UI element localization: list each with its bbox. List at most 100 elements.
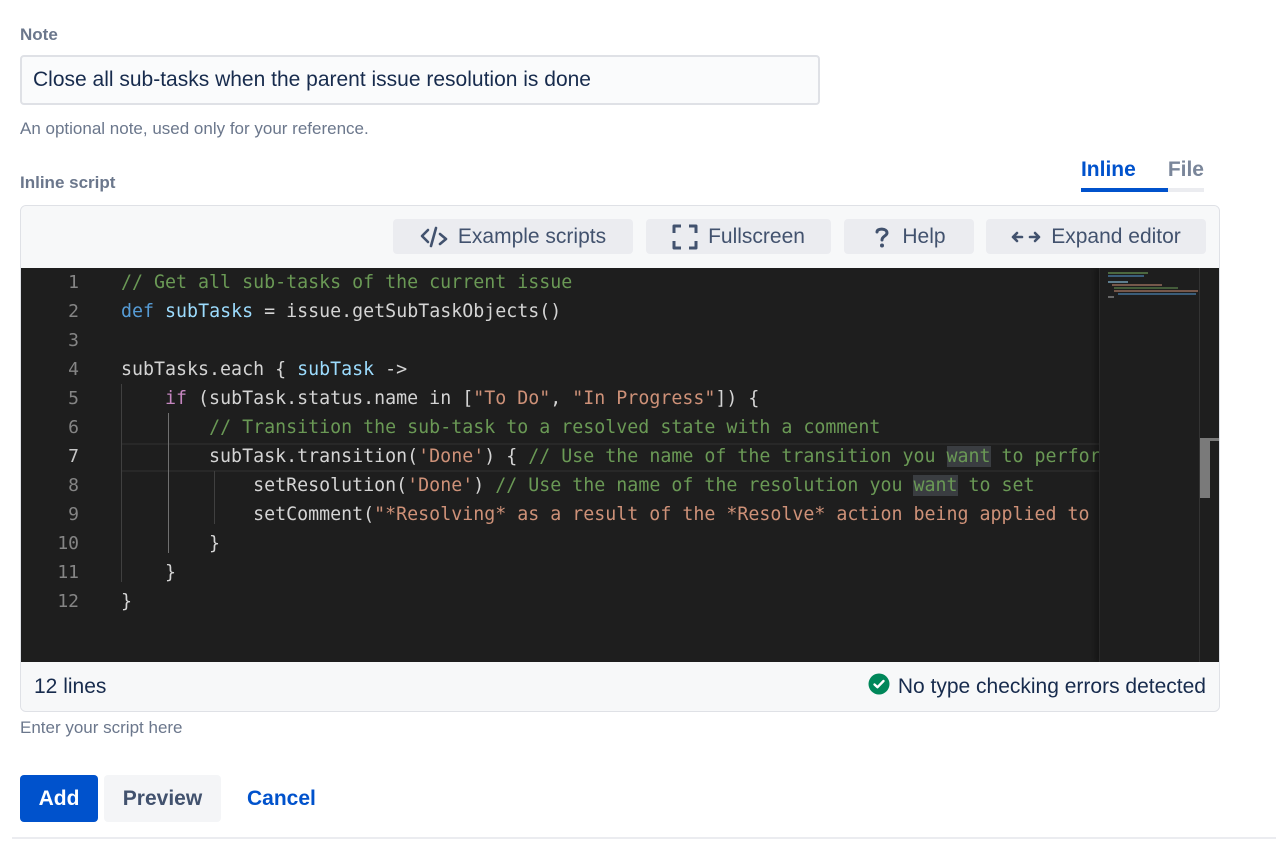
code-line: // Get all sub-tasks of the current issu… — [121, 268, 572, 297]
line-number: 8 — [68, 475, 79, 496]
code-token: want — [946, 446, 991, 467]
code-token: subTask.transition( — [121, 446, 419, 467]
code-token: // Transition the sub-task to a resolved… — [209, 417, 881, 438]
help-button[interactable]: Help — [844, 219, 974, 254]
code-token: setComment( — [121, 504, 375, 525]
code-token: subTasks — [165, 301, 254, 322]
help-label: Help — [902, 224, 946, 248]
code-token: want — [913, 475, 958, 496]
code-token: ) { — [484, 446, 529, 467]
code-token: "*Resolving* as a result of the *Resolve… — [374, 504, 1101, 525]
minimap-line — [1108, 275, 1144, 277]
line-number: 10 — [57, 533, 79, 554]
script-editor: Example scripts Fullscreen Help Expand e… — [20, 205, 1220, 712]
line-count: 12 lines — [34, 675, 107, 698]
editor-status-bar: 12 lines No type checking errors detecte… — [21, 662, 1219, 711]
code-token: } — [121, 562, 177, 583]
code-token: , — [550, 388, 573, 409]
code-token: 'Done' — [407, 475, 474, 496]
code-token: subTask — [297, 359, 375, 380]
code-token: "In Progress" — [572, 388, 716, 409]
code-line: } — [121, 558, 176, 587]
add-button[interactable]: Add — [20, 775, 98, 822]
preview-button[interactable]: Preview — [104, 775, 221, 822]
divider — [12, 837, 1276, 839]
tab-file[interactable]: File — [1167, 156, 1204, 192]
code-token: def — [121, 301, 155, 322]
code-line: // Transition the sub-task to a resolved… — [121, 413, 880, 442]
line-number: 3 — [68, 330, 79, 351]
code-token: if — [165, 388, 188, 409]
check-circle-icon — [868, 673, 890, 701]
scrollbar-thumb[interactable] — [1200, 440, 1210, 498]
tab-inline-label: Inline — [1080, 158, 1136, 181]
code-token: = issue.getSubTaskObjects() — [253, 301, 562, 322]
code-token: ) — [473, 475, 496, 496]
minimap-line — [1118, 293, 1196, 295]
minimap-line — [1108, 296, 1114, 298]
line-number: 1 — [68, 272, 79, 293]
minimap-line — [1108, 272, 1148, 274]
code-line: } — [121, 529, 220, 558]
script-label: Inline script — [20, 173, 116, 192]
code-token: to perform — [990, 446, 1101, 467]
form-actions: Add Preview Cancel — [20, 775, 334, 822]
code-line: setResolution('Done') // Use the name of… — [121, 471, 1035, 500]
note-input[interactable] — [20, 55, 820, 105]
note-helper-text: An optional note, used only for your ref… — [20, 119, 369, 138]
editor-toolbar: Example scripts Fullscreen Help Expand e… — [21, 206, 1219, 268]
type-check-text: No type checking errors detected — [897, 675, 1206, 698]
line-number: 2 — [68, 301, 79, 322]
fullscreen-label: Fullscreen — [708, 224, 805, 248]
code-line: setComment("*Resolving* as a result of t… — [121, 500, 1101, 529]
expand-editor-button[interactable]: Expand editor — [986, 219, 1206, 254]
minimap-line — [1114, 290, 1198, 292]
example-scripts-button[interactable]: Example scripts — [393, 219, 633, 254]
code-lines: // Get all sub-tasks of the current issu… — [121, 268, 1101, 662]
note-label: Note — [20, 25, 58, 44]
fullscreen-icon — [672, 224, 698, 250]
code-line: subTasks.each { subTask -> — [121, 355, 407, 384]
minimap-line — [1112, 284, 1162, 286]
example-scripts-label: Example scripts — [457, 224, 607, 248]
expand-editor-label: Expand editor — [1051, 224, 1181, 248]
code-token: "To Do" — [473, 388, 551, 409]
code-token: } — [121, 591, 133, 612]
script-source-tabs: Inline File — [1080, 156, 1204, 192]
code-line: } — [121, 587, 132, 616]
line-number-gutter: 1 2 3 4 5 6 7 8 9 10 11 12 — [21, 268, 101, 662]
line-number: 11 — [57, 562, 79, 583]
code-token: to set — [957, 475, 1035, 496]
tab-inline[interactable]: Inline — [1080, 156, 1168, 192]
code-line: if (subTask.status.name in ["To Do", "In… — [121, 384, 759, 413]
code-token: // Get all sub-tasks of the current issu… — [121, 272, 573, 293]
line-number: 5 — [68, 388, 79, 409]
minimap-line — [1108, 281, 1128, 283]
tab-file-label: File — [1167, 158, 1204, 181]
code-line: def subTasks = issue.getSubTaskObjects() — [121, 297, 561, 326]
code-token: -> — [374, 359, 408, 380]
code-token: } — [121, 533, 221, 554]
line-number: 12 — [57, 591, 79, 612]
code-token: 'Done' — [418, 446, 485, 467]
code-minimap[interactable] — [1099, 268, 1199, 662]
code-line: subTask.transition('Done') { // Use the … — [121, 442, 1101, 471]
code-token: // Use the name of the transition you — [528, 446, 947, 467]
line-number: 6 — [68, 417, 79, 438]
line-number: 4 — [68, 359, 79, 380]
code-token: subTasks.each { — [121, 359, 298, 380]
code-token: setResolution( — [121, 475, 408, 496]
fullscreen-button[interactable]: Fullscreen — [646, 219, 831, 254]
type-check-status: No type checking errors detected — [868, 673, 1206, 701]
code-token: (subTask.status.name in [ — [187, 388, 474, 409]
cancel-button[interactable]: Cancel — [229, 775, 334, 822]
code-editor[interactable]: 1 2 3 4 5 6 7 8 9 10 11 12 // Get all sub-tasks of … — [21, 268, 1219, 662]
script-helper-text: Enter your script here — [20, 718, 183, 737]
line-number: 7 — [68, 446, 79, 467]
code-token: // Use the name of the resolution you — [495, 475, 914, 496]
expand-arrows-icon — [1011, 228, 1041, 246]
vertical-scrollbar[interactable] — [1199, 268, 1219, 662]
